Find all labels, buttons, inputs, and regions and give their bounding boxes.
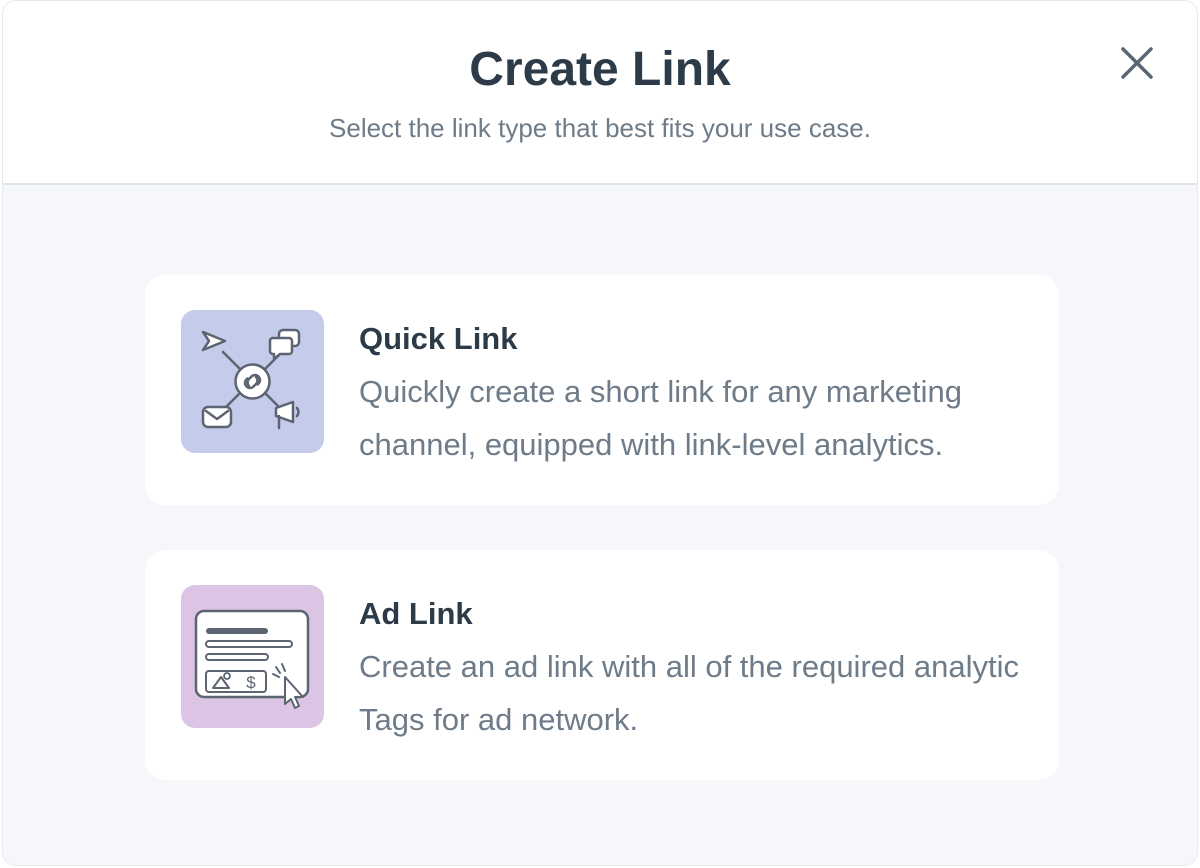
create-link-dialog: Create Link Select the link type that be… <box>2 0 1198 866</box>
dialog-header: Create Link Select the link type that be… <box>3 1 1197 185</box>
quick-link-title: Quick Link <box>359 321 518 356</box>
dialog-subtitle: Select the link type that best fits your… <box>329 113 871 143</box>
quick-link-network-icon <box>181 310 324 453</box>
dialog-title: Create Link <box>469 43 731 96</box>
quick-link-option[interactable]: Quick Link Quickly create a short link f… <box>145 275 1059 505</box>
ad-link-description: Create an ad link with all of the requir… <box>359 649 1019 737</box>
svg-text:$: $ <box>246 673 256 692</box>
close-button[interactable] <box>1113 39 1161 87</box>
ad-link-banner-icon: $ <box>181 585 324 728</box>
ad-link-title: Ad Link <box>359 596 473 631</box>
ad-link-option[interactable]: $ Ad Link Create an ad link with all of … <box>145 550 1059 780</box>
quick-link-description: Quickly create a short link for any mark… <box>359 374 963 462</box>
close-icon <box>1121 47 1153 79</box>
